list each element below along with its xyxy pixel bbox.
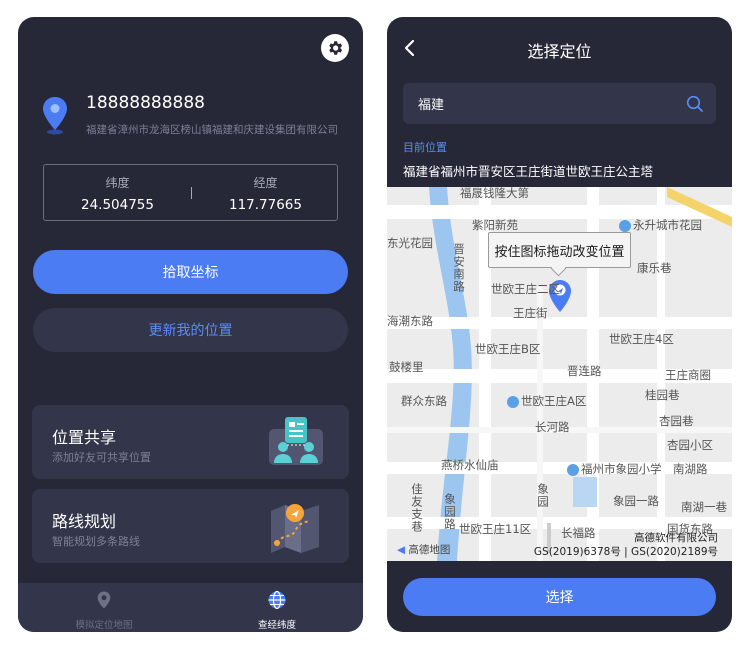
current-location-address: 福建省福州市晋安区王庄街道世欧王庄公主塔 [403,164,654,179]
route-planning-card[interactable]: 路线规划 智能规划多条路线 [32,489,349,563]
card-subtitle: 添加好友可共享位置 [52,451,151,464]
map-label: 世欧王庄A区 [507,393,586,409]
latitude-block: 纬度 24.504755 [44,165,191,220]
map-label: 杏园小区 [667,438,713,452]
map-label: 紫阳新苑 [472,218,518,232]
select-button[interactable]: 选择 [403,578,716,616]
map-label: 东光花园 [387,236,433,250]
map-label: 世欧王庄B区 [475,342,541,356]
map-label: 王庄商圈 [665,368,711,382]
map-label: 世欧王庄11区 [459,522,532,536]
map-label: 象园 [536,483,550,508]
bottom-tab-bar: 模拟定位地图 查经纬度 [18,583,363,632]
map-copyright: 高德软件有限公司 GS(2019)6378号 | GS(2020)2189号 [533,532,718,558]
map-label: 长河路 [535,420,570,434]
search-input[interactable] [418,83,668,124]
map-label: 福州市象园小学 [567,461,662,477]
poi-icon [567,463,579,476]
card-title: 路线规划 [52,512,117,531]
user-phone: 18888888888 [86,93,205,113]
poi-icon [619,219,631,232]
globe-icon [268,590,286,610]
search-icon[interactable] [686,95,704,113]
update-location-button[interactable]: 更新我的位置 [33,308,348,352]
map-label: 桂园巷 [645,388,680,402]
longitude-label: 经度 [253,176,278,190]
search-bar [403,83,716,124]
map-view[interactable]: 按住图标拖动改变位置 福晟钱隆大第 紫阳新苑 永升城市花园 东光花园 晋安南路 … [387,187,732,561]
map-label: 南湖一巷 [681,500,727,514]
location-pin-icon [97,591,111,609]
tab-mock-location-map[interactable]: 模拟定位地图 [18,583,190,632]
tab-label: 查经纬度 [257,620,296,631]
map-label: 象园路 [443,493,457,531]
map-label: 世欧王庄二区 [491,282,560,296]
longitude-value: 117.77665 [228,197,302,213]
map-label: 鼓楼里 [389,360,424,374]
longitude-block: 经度 117.77665 [192,165,339,220]
map-label: 象园一路 [613,494,659,508]
map-label: 晋安南路 [452,243,466,293]
share-location-illustration [269,417,323,465]
location-share-card[interactable]: 位置共享 添加好友可共享位置 [32,405,349,479]
gear-icon [329,41,343,55]
location-pin-icon [43,97,67,135]
tab-lookup-coordinates[interactable]: 查经纬度 [191,583,363,632]
map-label: 康乐巷 [637,261,672,275]
tab-label: 模拟定位地图 [75,620,133,631]
settings-button[interactable] [321,34,349,62]
map-label: 永升城市花园 [619,217,702,233]
coordinates-panel: 纬度 24.504755 经度 117.77665 [43,164,338,221]
card-subtitle: 智能规划多条路线 [52,535,140,548]
latitude-value: 24.504755 [80,197,154,213]
map-label: 世欧王庄4区 [609,332,674,346]
route-map-illustration [271,504,319,553]
navigation-arrow-icon: ◀ [397,544,406,556]
map-label: 福晟钱隆大第 [460,187,529,200]
map-label: 燕桥水仙庙 [441,458,499,472]
map-label: 佳友支巷 [410,483,424,533]
lookup-coordinates-screen: 18888888888 福建省漳州市龙海区榜山镇福建和庆建设集团有限公司 纬度 … [18,17,363,632]
card-title: 位置共享 [52,428,117,447]
select-location-screen: 选择定位 目前位置 福建省福州市晋安区王庄街道世欧王庄公主塔 [387,17,732,632]
user-address: 福建省漳州市龙海区榜山镇福建和庆建设集团有限公司 [86,124,338,136]
map-label: 南湖路 [673,462,708,476]
map-label: 王庄街 [513,306,548,320]
map-label: 海潮东路 [387,314,433,328]
map-label: 杏园巷 [659,414,694,428]
map-brand: ◀ 高德地图 [397,544,451,556]
drag-hint-tooltip: 按住图标拖动改变位置 [488,232,631,268]
page-title: 选择定位 [527,42,592,61]
map-label: 群众东路 [401,394,447,408]
map-label: 晋连路 [567,364,602,378]
current-location-label: 目前位置 [403,141,447,154]
pick-coordinates-button[interactable]: 拾取坐标 [33,250,348,294]
poi-icon [507,395,519,408]
latitude-label: 纬度 [105,176,130,190]
